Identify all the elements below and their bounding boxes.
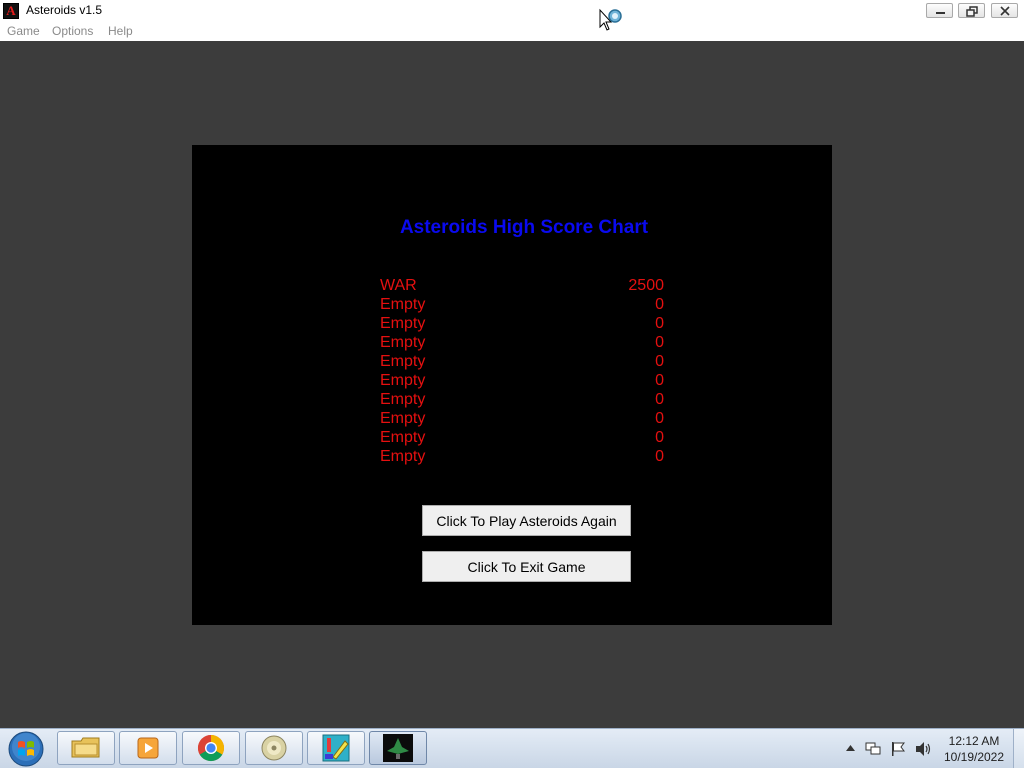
score-row: Empty 0 (380, 429, 664, 448)
score-name: Empty (380, 372, 426, 389)
menu-help[interactable]: Help (108, 24, 133, 38)
busy-cursor-icon (599, 8, 622, 31)
windows-logo-icon (8, 731, 44, 767)
score-value: 0 (655, 429, 664, 446)
action-center-flag-icon[interactable] (890, 741, 906, 757)
system-tray (840, 729, 940, 768)
network-icon[interactable] (865, 741, 881, 757)
score-name: WAR (380, 277, 417, 294)
menu-options[interactable]: Options (52, 24, 93, 38)
score-name: Empty (380, 410, 426, 427)
score-row: Empty 0 (380, 353, 664, 372)
taskbar: 12:12 AM 10/19/2022 (0, 728, 1024, 768)
minimize-icon (936, 12, 945, 14)
score-name: Empty (380, 429, 426, 446)
clock-time: 12:12 AM (948, 734, 1000, 748)
score-row: WAR 2500 (380, 277, 664, 296)
score-row: Empty 0 (380, 315, 664, 334)
score-value: 0 (655, 353, 664, 370)
score-row: Empty 0 (380, 296, 664, 315)
score-value: 0 (655, 315, 664, 332)
app-icon-letter: A (6, 3, 16, 18)
taskbar-clock[interactable]: 12:12 AM 10/19/2022 (938, 733, 1010, 765)
score-name: Empty (380, 315, 426, 332)
taskbar-asteroids[interactable] (369, 731, 427, 765)
score-name: Empty (380, 448, 426, 465)
close-button[interactable] (991, 3, 1018, 18)
score-value: 0 (655, 448, 664, 465)
taskbar-chrome[interactable] (182, 731, 240, 765)
title-bar: A Asteroids v1.5 (0, 0, 1024, 22)
taskbar-dvd[interactable] (245, 731, 303, 765)
taskbar-paint[interactable] (307, 731, 365, 765)
asteroids-app-icon[interactable]: A (3, 3, 19, 19)
close-icon (1000, 6, 1010, 16)
window-title: Asteroids v1.5 (26, 3, 103, 17)
score-row: Empty 0 (380, 334, 664, 353)
menu-game[interactable]: Game (7, 24, 40, 38)
chrome-icon (197, 734, 225, 762)
score-row: Empty 0 (380, 410, 664, 429)
minimize-button[interactable] (926, 3, 953, 18)
game-panel: Asteroids High Score Chart WAR 2500 Empt… (192, 145, 832, 625)
start-button[interactable] (6, 730, 46, 768)
high-score-title: Asteroids High Score Chart (399, 217, 649, 238)
restore-button[interactable] (958, 3, 985, 18)
score-value: 0 (655, 372, 664, 389)
score-value: 0 (655, 334, 664, 351)
score-name: Empty (380, 391, 426, 408)
asteroids-app-icon (383, 734, 413, 762)
paint-app-icon (322, 734, 350, 762)
media-player-icon (137, 737, 159, 759)
show-desktop-button[interactable] (1013, 729, 1024, 768)
play-again-button[interactable]: Click To Play Asteroids Again (422, 505, 631, 536)
score-name: Empty (380, 296, 426, 313)
clock-date: 10/19/2022 (943, 750, 1005, 764)
file-explorer-icon (71, 737, 100, 758)
score-name: Empty (380, 353, 426, 370)
restore-icon (966, 6, 978, 17)
menu-bar: Game Options Help (0, 21, 1024, 41)
score-value: 0 (655, 391, 664, 408)
taskbar-media-player[interactable] (119, 731, 177, 765)
show-hidden-icons-icon[interactable] (846, 744, 855, 752)
taskbar-explorer[interactable] (57, 731, 115, 765)
score-row: Empty 0 (380, 391, 664, 410)
volume-icon[interactable] (914, 741, 932, 757)
exit-game-button[interactable]: Click To Exit Game (422, 551, 631, 582)
score-value: 0 (655, 296, 664, 313)
score-value: 2500 (628, 277, 664, 294)
score-name: Empty (380, 334, 426, 351)
score-row: Empty 0 (380, 448, 664, 467)
score-row: Empty 0 (380, 372, 664, 391)
score-value: 0 (655, 410, 664, 427)
dvd-icon (261, 735, 287, 761)
